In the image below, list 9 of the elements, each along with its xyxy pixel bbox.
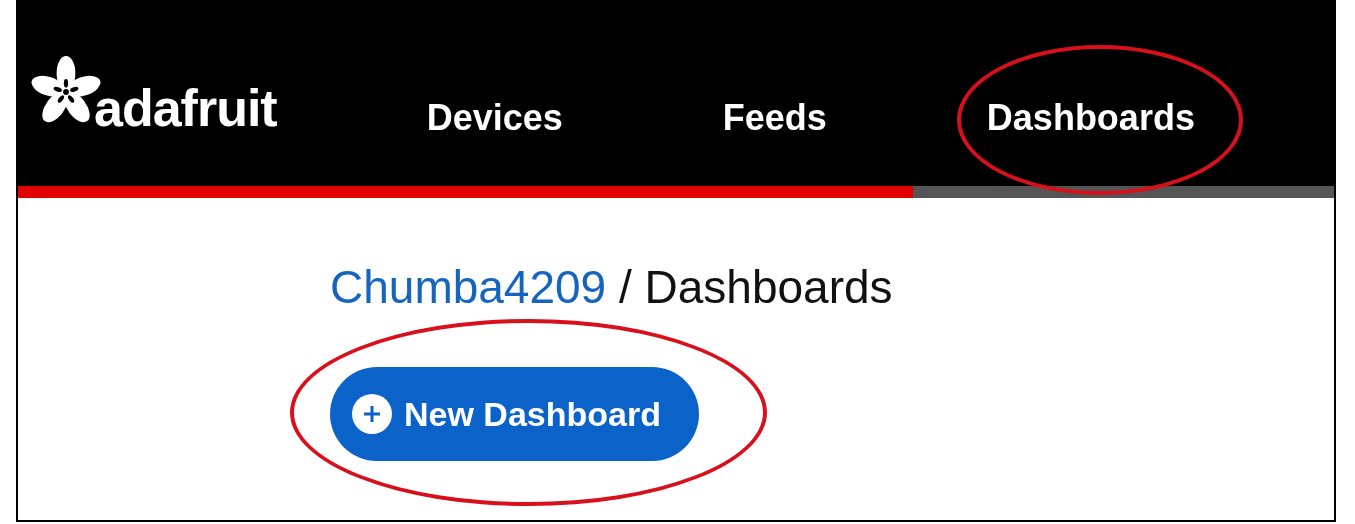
- page-title: Dashboards: [644, 261, 893, 313]
- new-dashboard-button[interactable]: New Dashboard: [330, 367, 699, 462]
- breadcrumb-separator: /: [619, 261, 632, 313]
- nav-link[interactable]: Devices: [426, 97, 563, 139]
- nav-link[interactable]: Feeds: [722, 97, 827, 139]
- user-link[interactable]: Chumba4209: [330, 261, 607, 313]
- brand-name[interactable]: adafruit: [94, 82, 277, 134]
- plus-circle-icon: [352, 394, 392, 435]
- nav-link[interactable]: Dashboards: [986, 97, 1195, 139]
